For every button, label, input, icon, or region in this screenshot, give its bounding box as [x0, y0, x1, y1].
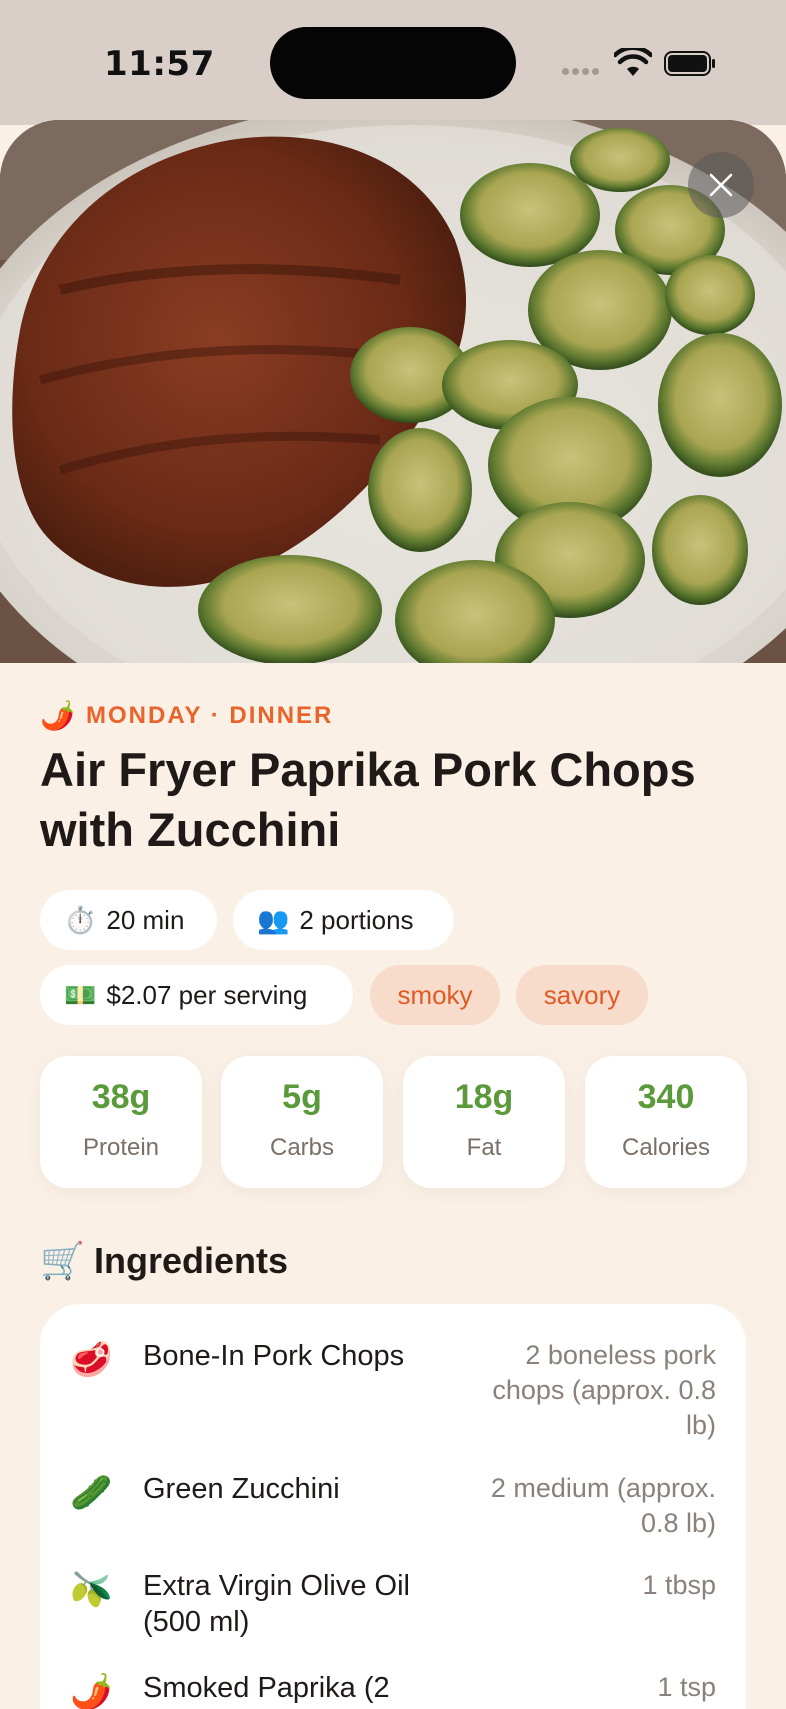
money-icon: 💵 [64, 980, 97, 1010]
tag-chip: smoky [370, 965, 500, 1025]
meal-day-type: MONDAY · DINNER [86, 702, 334, 729]
ingredient-name: Bone-In Pork Chops [143, 1340, 405, 1372]
ingredient-name: Extra Virgin Olive Oil (500 ml) [143, 1570, 410, 1638]
olive-icon: 🫒 [70, 1571, 113, 1609]
time-chip: ⏱️ 20 min [40, 890, 217, 950]
ingredient-quantity: 1 tsp [657, 1672, 716, 1702]
cost-chip: 💵 $2.07 per serving [40, 965, 353, 1025]
meat-icon: 🥩 [70, 1341, 113, 1379]
macro-value: 5g [282, 1078, 322, 1116]
macro-card-calories: 340 Calories [585, 1056, 747, 1188]
macro-card-carbs: 5g Carbs [221, 1056, 383, 1188]
macro-label: Calories [621, 1134, 711, 1161]
shopping-cart-icon: 🛒 [40, 1240, 85, 1281]
macro-card-protein: 38g Protein [40, 1056, 202, 1188]
status-bar: 11:57 [0, 0, 786, 125]
hero-image [0, 120, 786, 663]
ingredient-quantity: 1 tbsp [642, 1570, 716, 1600]
ingredient-quantity: 2 boneless pork chops (approx. 0.8 lb) [492, 1340, 716, 1440]
portions-label: 2 portions [299, 904, 414, 935]
macro-label: Protein [82, 1134, 160, 1161]
people-icon: 👥 [257, 905, 290, 935]
portions-chip: 👥 2 portions [233, 890, 454, 950]
close-icon [709, 173, 733, 197]
battery-icon [664, 51, 715, 76]
stopwatch-icon: ⏱️ [64, 905, 97, 935]
status-time: 11:57 [104, 44, 215, 84]
wifi-icon [614, 48, 652, 76]
ingredient-name: Smoked Paprika (2 [143, 1672, 390, 1704]
close-button[interactable] [688, 152, 754, 218]
food-photo [0, 120, 786, 663]
cellular-signal-icon [562, 68, 602, 78]
ingredients-heading: 🛒 Ingredients [40, 1236, 288, 1286]
ingredients-title: Ingredients [94, 1240, 289, 1281]
ingredients-list: 🥩 Bone-In Pork Chops 2 boneless pork cho… [40, 1304, 746, 1709]
macro-label: Fat [466, 1134, 502, 1161]
ingredient-quantity: 2 medium (approx. 0.8 lb) [490, 1473, 716, 1538]
recipe-title: Air Fryer Paprika Pork Chops with Zucchi… [40, 743, 696, 856]
dynamic-island [270, 27, 516, 99]
macro-value: 38g [91, 1078, 151, 1116]
chili-pepper-icon: 🌶️ [40, 700, 75, 731]
macro-value: 340 [637, 1078, 695, 1116]
cucumber-icon: 🥒 [70, 1474, 113, 1512]
macro-value: 18g [454, 1078, 514, 1116]
macro-label: Carbs [269, 1134, 335, 1161]
chili-pepper-icon: 🌶️ [70, 1673, 113, 1709]
time-label: 20 min [106, 904, 185, 935]
macro-card-fat: 18g Fat [403, 1056, 565, 1188]
cost-label: $2.07 per serving [106, 979, 308, 1010]
meal-meta: 🌶️ MONDAY · DINNER [40, 700, 333, 732]
tag-chip: savory [516, 965, 648, 1025]
ingredient-name: Green Zucchini [143, 1473, 340, 1505]
